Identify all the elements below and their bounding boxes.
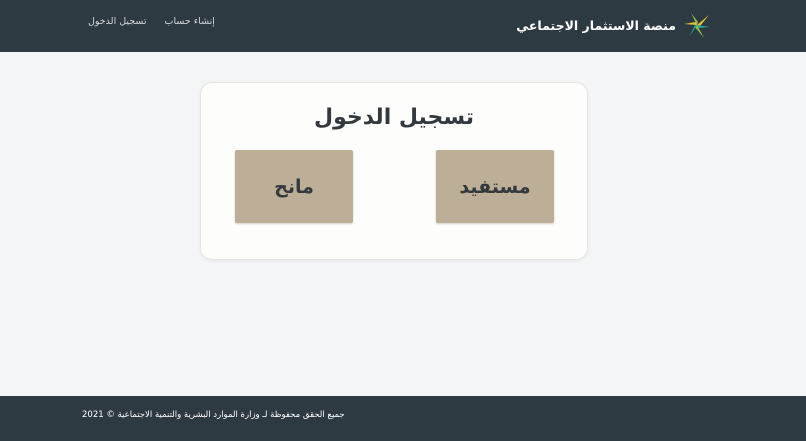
top-navbar: منصة الاستثمار الاجتماعي تسجيل الدخول إن… (0, 0, 806, 52)
nav-login-link[interactable]: تسجيل الدخول (88, 16, 147, 27)
header-nav: تسجيل الدخول إنشاء حساب (88, 16, 215, 27)
copyright-text: جميع الحقق محفوظة لـ وزارة الموارد البشر… (82, 410, 345, 420)
beneficiary-button[interactable]: مستفيد (436, 150, 554, 223)
palm-leaves-logo-icon (684, 13, 710, 38)
footer: جميع الحقق محفوظة لـ وزارة الموارد البشر… (0, 396, 806, 441)
grantor-button[interactable]: مانح (235, 150, 353, 223)
brand-name: منصة الاستثمار الاجتماعي (516, 17, 676, 33)
page-title: تسجيل الدخول (313, 105, 475, 130)
login-card: تسجيل الدخول مستفيد مانح (200, 82, 588, 260)
brand[interactable]: منصة الاستثمار الاجتماعي (516, 11, 712, 39)
nav-register-link[interactable]: إنشاء حساب (165, 16, 215, 27)
